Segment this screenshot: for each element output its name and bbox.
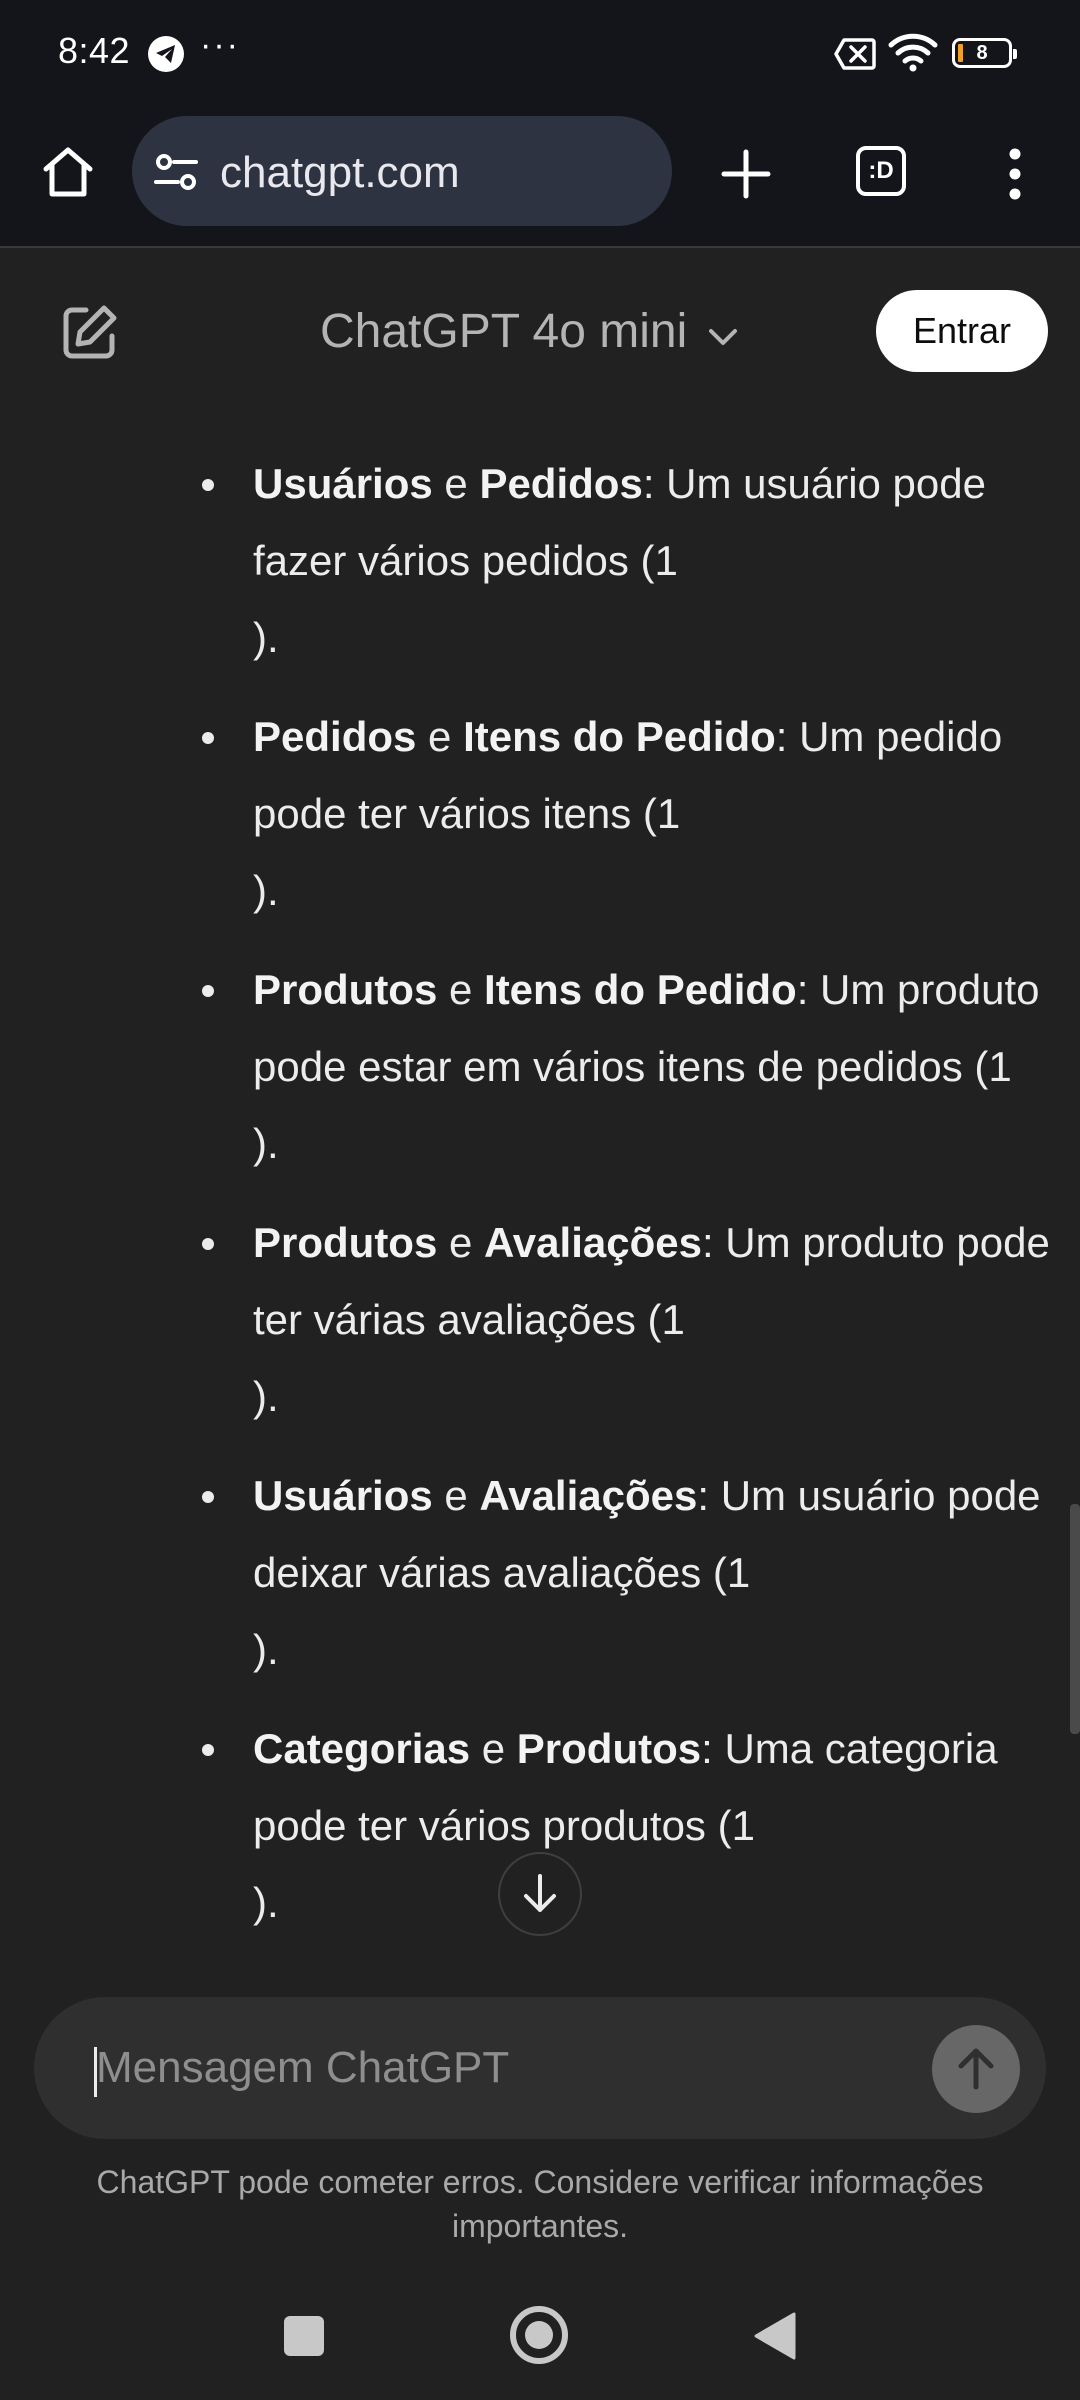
bullet-icon [202, 1491, 214, 1503]
address-bar[interactable]: chatgpt.com [132, 116, 672, 226]
entity-a: Pedidos [253, 713, 417, 760]
list-item: Produtos e Itens do Pedido: Um produto p… [0, 951, 1080, 1204]
list-item: Pedidos e Itens do Pedido: Um pedido pod… [0, 698, 1080, 951]
scrollbar-thumb[interactable] [1070, 1504, 1080, 1734]
bullet-icon [202, 1744, 214, 1756]
send-button[interactable] [932, 2025, 1020, 2113]
list-item-text: Pedidos e Itens do Pedido: Um pedido pod… [253, 698, 1068, 929]
entity-b: Itens do Pedido [484, 966, 797, 1013]
new-tab-icon[interactable] [716, 144, 776, 209]
entity-b: Produtos [516, 1725, 702, 1772]
composer-placeholder[interactable]: Mensagem ChatGPT [96, 2043, 509, 2093]
list-item-text: Categorias e Produtos: Uma categoria pod… [253, 1710, 1068, 1941]
recent-apps-icon[interactable] [284, 2316, 324, 2356]
status-bar: 8:42 ··· 8 [0, 0, 1080, 110]
status-time: 8:42 [58, 30, 131, 71]
closing-paren: ). [253, 1879, 279, 1926]
entity-b: Avaliações [484, 1219, 702, 1266]
more-options-icon[interactable] [1000, 144, 1030, 209]
closing-paren: ). [253, 1373, 279, 1420]
scroll-to-bottom-button[interactable] [498, 1852, 582, 1936]
closing-paren: ). [253, 867, 279, 914]
arrow-down-icon [524, 1874, 556, 1912]
battery-icon: 8 [952, 38, 1017, 68]
entity-a: Produtos [253, 966, 438, 1013]
home-icon[interactable] [38, 142, 98, 202]
list-item-text: Produtos e Itens do Pedido: Um produto p… [253, 951, 1068, 1182]
bullet-icon [202, 479, 214, 491]
entity-a: Produtos [253, 1219, 438, 1266]
joiner: e [470, 1725, 517, 1772]
joiner: e [432, 1472, 480, 1519]
entity-b: Avaliações [479, 1472, 698, 1519]
url-text[interactable]: chatgpt.com [220, 148, 460, 198]
entity-a: Usuários [253, 460, 433, 507]
wifi-icon [888, 32, 938, 77]
back-icon[interactable] [754, 2312, 796, 2365]
entity-a: Usuários [253, 1472, 433, 1519]
closing-paren: ). [253, 1120, 279, 1167]
entity-a: Categorias [253, 1725, 471, 1772]
entity-b: Itens do Pedido [463, 713, 776, 760]
no-sim-icon [834, 38, 876, 75]
joiner: e [437, 966, 485, 1013]
list-item: Usuários e Avaliações: Um usuário pode d… [0, 1457, 1080, 1710]
list-item: Produtos e Avaliações: Um produto pode t… [0, 1204, 1080, 1457]
model-selector[interactable]: ChatGPT 4o mini [320, 296, 739, 366]
closing-paren: ). [253, 614, 279, 661]
arrow-up-icon [958, 2048, 994, 2090]
telegram-icon [148, 36, 184, 72]
list-item-text: Produtos e Avaliações: Um produto pode t… [253, 1204, 1068, 1435]
model-name: ChatGPT 4o mini [320, 304, 688, 358]
joiner: e [437, 1219, 485, 1266]
battery-level: 8 [976, 42, 988, 64]
list-item-text: Usuários e Avaliações: Um usuário pode d… [253, 1457, 1068, 1688]
entity-b: Pedidos [479, 460, 643, 507]
message-content: Usuários e Pedidos: Um usuário pode faze… [0, 412, 1080, 1972]
bullet-icon [202, 985, 214, 997]
chat-header: ChatGPT 4o mini Entrar [0, 248, 1080, 412]
new-chat-icon[interactable] [56, 300, 122, 366]
joiner: e [432, 460, 480, 507]
relationship-list: Usuários e Pedidos: Um usuário pode faze… [0, 445, 1080, 1963]
disclaimer-text: ChatGPT pode cometer erros. Considere ve… [96, 2164, 984, 2244]
joiner: e [416, 713, 464, 760]
list-item: Usuários e Pedidos: Um usuário pode faze… [0, 445, 1080, 698]
message-composer[interactable]: Mensagem ChatGPT [34, 1997, 1046, 2139]
home-button-icon[interactable] [510, 2306, 568, 2364]
bullet-icon [202, 1238, 214, 1250]
tab-switcher-button[interactable]: :D [856, 146, 906, 196]
site-settings-icon[interactable] [154, 152, 198, 197]
login-button[interactable]: Entrar [876, 290, 1048, 372]
bullet-icon [202, 732, 214, 744]
chevron-down-icon [707, 304, 739, 359]
closing-paren: ). [253, 1626, 279, 1673]
list-item-text: Usuários e Pedidos: Um usuário pode faze… [253, 445, 1068, 676]
browser-toolbar: chatgpt.com :D [0, 110, 1080, 248]
status-overflow: ··· [200, 26, 240, 64]
system-nav-bar [0, 2280, 1080, 2400]
